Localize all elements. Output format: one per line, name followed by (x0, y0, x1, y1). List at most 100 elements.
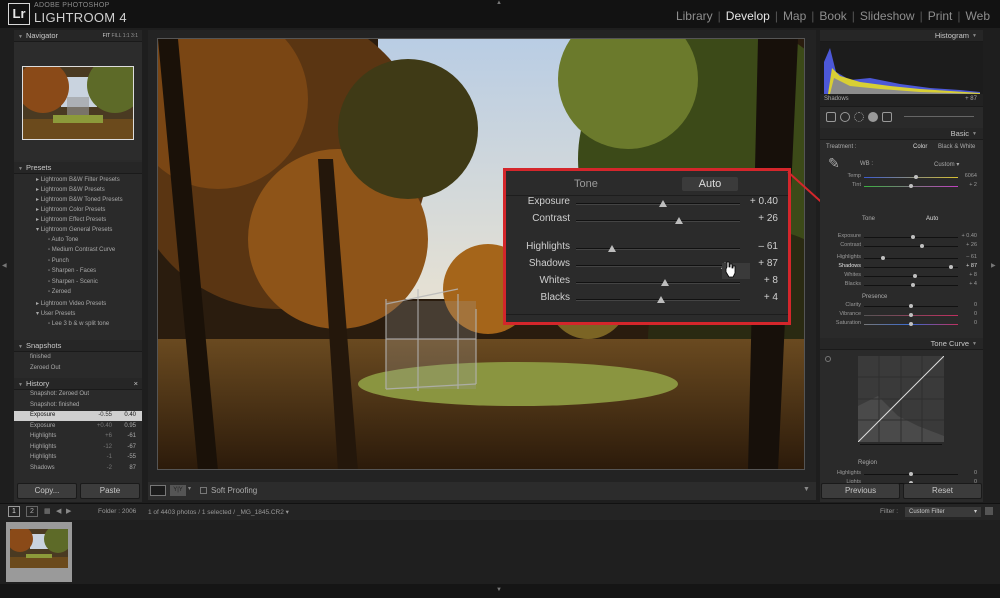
slider-track[interactable] (864, 283, 958, 287)
preset-item[interactable]: ▫ Medium Contrast Curve (48, 247, 115, 253)
red-eye-icon[interactable] (854, 112, 864, 122)
adjustment-brush-icon[interactable] (882, 112, 892, 122)
history-item[interactable]: Shadows -2 87 (14, 464, 142, 474)
tone-curve-header[interactable]: Tone Curve ▼ (820, 338, 983, 350)
slider-track[interactable] (864, 274, 958, 278)
slider-thumb[interactable] (913, 175, 918, 179)
slider-track[interactable] (864, 184, 958, 188)
collapse-top-icon[interactable]: ▲ (496, 0, 502, 6)
slider-thumb[interactable] (920, 244, 925, 248)
reset-button[interactable]: Reset (903, 483, 982, 499)
history-item[interactable]: Highlights -1 -55 (14, 453, 142, 463)
auto-tone-button[interactable]: Auto (682, 177, 738, 191)
preset-item[interactable]: ▫ Zeroed (48, 289, 71, 295)
preset-item[interactable]: ▫ Lee 3 b & w split tone (48, 321, 109, 327)
basic-slider-whites[interactable]: Whites + 8 (820, 272, 983, 281)
slider-thumb[interactable] (909, 304, 913, 308)
preset-folder[interactable]: ▸ Lightroom Color Presets (36, 206, 105, 213)
presence-slider-clarity[interactable]: Clarity 0 (820, 302, 983, 311)
slider-thumb[interactable] (880, 256, 885, 260)
before-after-menu-icon[interactable]: ▾ (188, 485, 191, 492)
collapse-bottom-icon[interactable]: ▼ (496, 587, 502, 593)
zoom-fill[interactable]: FILL (111, 33, 121, 39)
photo-count-label[interactable]: 1 of 4403 photos / 1 selected / _MG_1845… (148, 508, 289, 516)
slider-thumb[interactable] (909, 184, 913, 188)
snapshot-item[interactable]: finished (30, 354, 51, 360)
zoom-slider-track[interactable] (576, 200, 740, 207)
spot-removal-icon[interactable] (840, 112, 850, 122)
module-map[interactable]: Map (779, 9, 810, 23)
module-book[interactable]: Book (815, 9, 850, 23)
preset-item[interactable]: ▫ Punch (48, 258, 69, 264)
slider-track[interactable] (864, 256, 958, 260)
zoom-slider-track[interactable] (576, 279, 740, 286)
loupe-view-icon[interactable] (150, 485, 166, 496)
zoom-slider-thumb[interactable] (658, 200, 667, 207)
zoom-slider-track[interactable] (576, 217, 740, 224)
secondary-window-button[interactable]: 2 (26, 506, 38, 517)
previous-button[interactable]: Previous (821, 483, 900, 499)
slider-track[interactable] (864, 472, 958, 476)
temp-slider[interactable]: Temp 6064 (820, 173, 983, 182)
slider-track[interactable] (864, 313, 958, 317)
slider-thumb[interactable] (909, 313, 913, 317)
filter-select[interactable]: Custom Filter ▾ (905, 507, 981, 517)
zoom-slider-track[interactable] (576, 262, 740, 269)
slider-thumb[interactable] (910, 283, 915, 287)
zoom-slider-blacks[interactable]: Blacks + 4 (506, 292, 788, 308)
slider-track[interactable] (864, 244, 958, 248)
preset-folder[interactable]: ▸ Lightroom Video Presets (36, 300, 106, 307)
tint-slider[interactable]: Tint + 2 (820, 182, 983, 191)
snapshots-header[interactable]: ▼ Snapshots (14, 340, 142, 352)
zoom-1-1[interactable]: 1:1 (123, 33, 130, 39)
wb-select[interactable]: Custom ▾ (934, 161, 959, 168)
zoom-slider-thumb[interactable] (675, 217, 684, 224)
basic-slider-shadows[interactable]: Shadows + 87 (820, 263, 983, 272)
zoom-3-1[interactable]: 3:1 (131, 33, 138, 39)
module-develop[interactable]: Develop (722, 9, 774, 23)
presence-slider-saturation[interactable]: Saturation 0 (820, 320, 983, 329)
forward-arrow-icon[interactable]: ▶ (66, 507, 71, 515)
treatment-color[interactable]: Color (913, 144, 927, 150)
zoom-slider-contrast[interactable]: Contrast + 26 (506, 213, 788, 229)
preset-folder[interactable]: ▸ Lightroom B&W Filter Presets (36, 176, 120, 183)
history-item[interactable]: Highlights +6 -61 (14, 432, 142, 442)
zoom-slider-thumb[interactable] (657, 296, 666, 303)
snapshot-item[interactable]: Zeroed Out (30, 365, 60, 371)
slider-track[interactable] (864, 175, 958, 179)
tool-slider-track[interactable] (904, 116, 974, 117)
curve-slider-highlights[interactable]: Highlights 0 (820, 470, 983, 479)
basic-slider-highlights[interactable]: Highlights – 61 (820, 254, 983, 263)
zoom-slider-track[interactable] (576, 245, 740, 252)
white-balance-eyedropper-icon[interactable]: ✎ (828, 155, 840, 172)
slider-thumb[interactable] (910, 235, 915, 239)
graduated-filter-icon[interactable] (868, 112, 878, 122)
navigator-thumbnail[interactable] (22, 66, 134, 140)
zoom-slider-highlights[interactable]: Highlights – 61 (506, 241, 788, 257)
soft-proofing-checkbox[interactable] (200, 487, 207, 494)
basic-header[interactable]: Basic ▼ (820, 128, 983, 140)
filter-lock-icon[interactable] (985, 507, 993, 515)
preset-item[interactable]: ▫ Auto Tone (48, 237, 78, 243)
zoom-slider-track[interactable] (576, 296, 740, 303)
copy-settings-button[interactable]: Copy... (17, 483, 77, 499)
zoom-slider-exposure[interactable]: Exposure + 0.40 (506, 196, 788, 212)
collapse-left-icon[interactable]: ◀ (2, 262, 7, 269)
histogram-header[interactable]: Histogram ▼ (820, 30, 983, 42)
primary-window-button[interactable]: 1 (8, 506, 20, 517)
slider-thumb[interactable] (909, 472, 913, 476)
zoom-fit[interactable]: FIT (103, 33, 110, 39)
grid-view-icon[interactable]: ▦ (44, 507, 51, 515)
module-library[interactable]: Library (672, 9, 717, 23)
crop-tool-icon[interactable] (826, 112, 836, 122)
history-item[interactable]: Exposure +0.40 0.95 (14, 422, 142, 432)
toolbar-menu-icon[interactable]: ▼ (803, 486, 810, 493)
history-item[interactable]: Snapshot: Zeroed Out (14, 390, 142, 400)
slider-track[interactable] (864, 265, 958, 269)
history-item[interactable]: Snapshot: finished (14, 401, 142, 411)
preset-folder[interactable]: ▸ Lightroom B&W Presets (36, 186, 105, 193)
basic-slider-exposure[interactable]: Exposure + 0.40 (820, 233, 983, 242)
curve-split-track[interactable] (860, 444, 942, 445)
slider-thumb[interactable] (949, 265, 954, 269)
zoom-slider-thumb[interactable] (608, 245, 617, 252)
